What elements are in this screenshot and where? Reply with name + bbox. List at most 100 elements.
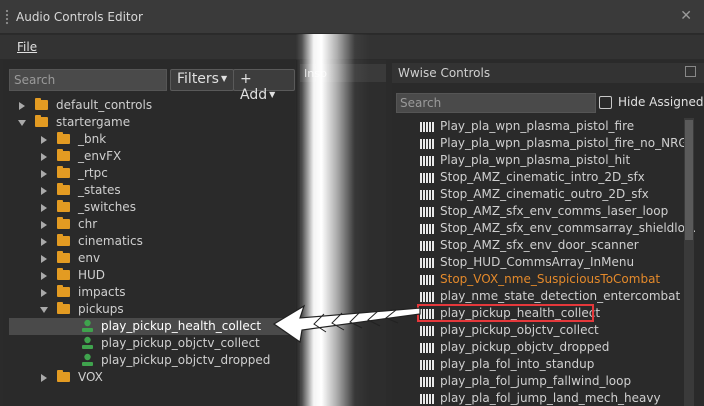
add-button[interactable]: + Add ▼ bbox=[233, 69, 295, 103]
tree-folder-item[interactable]: _rtpc bbox=[9, 165, 284, 182]
chevron-right-icon[interactable] bbox=[39, 270, 49, 280]
wwise-event-label: Stop_AMZ_cinematic_intro_2D_sfx bbox=[440, 170, 645, 184]
tree-folder-item[interactable]: impacts bbox=[9, 284, 284, 301]
wwise-event-label: play_pickup_objctv_collect bbox=[440, 323, 599, 337]
window-title: Audio Controls Editor bbox=[16, 10, 143, 24]
tree-folder-item[interactable]: chr bbox=[9, 216, 284, 233]
wwise-event-label: Play_pla_wpn_plasma_pistol_fire bbox=[440, 119, 635, 133]
folder-icon bbox=[57, 268, 70, 280]
event-icon bbox=[420, 155, 434, 166]
chevron-right-icon[interactable] bbox=[39, 287, 49, 297]
tree-trigger-item[interactable]: play_pickup_health_collect bbox=[9, 318, 289, 335]
tree-item-label: startergame bbox=[56, 115, 131, 129]
folder-icon bbox=[57, 166, 70, 178]
tree-folder-item[interactable]: _bnk bbox=[9, 131, 284, 148]
tree-trigger-item[interactable]: play_pickup_objctv_collect bbox=[9, 335, 284, 352]
event-icon bbox=[420, 121, 434, 132]
hide-assigned-label: Hide Assigned bbox=[618, 95, 704, 109]
wwise-event-label: play_pla_fol_jump_land_mech_heavy bbox=[440, 391, 661, 405]
tree-folder-item[interactable]: _envFX bbox=[9, 148, 284, 165]
tree-item-label: play_pickup_objctv_dropped bbox=[101, 353, 271, 367]
chevron-right-icon[interactable] bbox=[39, 219, 49, 229]
tree-item-label: cinematics bbox=[78, 234, 143, 248]
controls-search-input[interactable]: Search bbox=[9, 69, 167, 91]
chevron-right-icon[interactable] bbox=[39, 202, 49, 212]
tree-item-label: _states bbox=[78, 183, 121, 197]
tree-folder-item[interactable]: _switches bbox=[9, 199, 284, 216]
wwise-panel-title: Wwise Controls bbox=[398, 66, 491, 80]
folder-icon bbox=[57, 183, 70, 195]
chevron-right-icon[interactable] bbox=[39, 372, 49, 382]
event-icon bbox=[420, 206, 434, 217]
wwise-event-label: Play_pla_wpn_plasma_pistol_fire_no_NRG bbox=[440, 136, 688, 150]
tree-folder-item[interactable]: env bbox=[9, 250, 284, 267]
event-icon bbox=[420, 172, 434, 183]
tree-folder-item[interactable]: pickups bbox=[9, 301, 284, 318]
tree-item-label: HUD bbox=[78, 268, 106, 282]
tree-item-label: impacts bbox=[78, 285, 126, 299]
chevron-down-icon[interactable] bbox=[17, 117, 27, 127]
tree-folder-item[interactable]: cinematics bbox=[9, 233, 284, 250]
folder-icon bbox=[57, 302, 70, 314]
menu-file[interactable]: File bbox=[17, 40, 37, 54]
chevron-right-icon[interactable] bbox=[39, 151, 49, 161]
wwise-event-label: Stop_VOX_nme_SuspiciousToCombat bbox=[440, 272, 661, 286]
chevron-right-icon[interactable] bbox=[17, 100, 27, 110]
event-icon bbox=[420, 393, 434, 404]
drag-grip-icon[interactable] bbox=[5, 9, 9, 25]
chevron-down-icon[interactable] bbox=[39, 304, 49, 314]
tree-item-label: VOX bbox=[78, 370, 103, 384]
scroll-thumb[interactable] bbox=[685, 120, 693, 240]
wwise-search-input[interactable]: Search bbox=[396, 93, 596, 113]
chevron-right-icon[interactable] bbox=[39, 168, 49, 178]
chevron-right-icon[interactable] bbox=[39, 236, 49, 246]
tree-folder-item[interactable]: _states bbox=[9, 182, 284, 199]
folder-icon bbox=[57, 149, 70, 161]
wwise-event-label: Stop_AMZ_sfx_env_comms_laser_loop bbox=[440, 204, 669, 218]
tree-folder-item[interactable]: default_controls bbox=[9, 97, 284, 114]
inspector-title: Insp bbox=[304, 67, 327, 80]
folder-icon bbox=[57, 200, 70, 212]
event-icon bbox=[420, 359, 434, 370]
folder-icon bbox=[35, 98, 48, 110]
tree-item-label: _rtpc bbox=[78, 166, 108, 180]
wwise-scrollbar[interactable] bbox=[684, 118, 694, 406]
event-icon bbox=[420, 274, 434, 285]
hide-assigned-checkbox[interactable] bbox=[599, 96, 612, 109]
trigger-icon bbox=[81, 336, 94, 350]
folder-icon bbox=[57, 132, 70, 144]
wwise-event-label: Stop_AMZ_sfx_env_commsarray_shieldlo... bbox=[440, 221, 697, 235]
trigger-icon bbox=[81, 319, 94, 333]
event-icon bbox=[420, 223, 434, 234]
wwise-event-label: play_pla_fol_into_standup bbox=[440, 357, 595, 371]
trigger-icon bbox=[81, 353, 94, 367]
tree-trigger-item[interactable]: play_pickup_objctv_dropped bbox=[9, 352, 284, 369]
close-icon[interactable]: ✕ bbox=[680, 8, 692, 24]
filters-button[interactable]: Filters ▼ bbox=[170, 69, 235, 91]
wwise-event-label: play_pla_fol_jump_fallwind_loop bbox=[440, 374, 632, 388]
tree-folder-item[interactable]: VOX bbox=[9, 369, 284, 386]
folder-icon bbox=[57, 370, 70, 382]
event-icon bbox=[420, 138, 434, 149]
title-bar: Audio Controls Editor ✕ bbox=[0, 0, 704, 34]
inspector-panel: Insp bbox=[300, 60, 386, 406]
inspector-header: Insp bbox=[300, 64, 386, 82]
wwise-event-label: play_nme_state_detection_entercombat bbox=[440, 289, 681, 303]
event-icon bbox=[420, 376, 434, 387]
chevron-right-icon[interactable] bbox=[39, 134, 49, 144]
wwise-event-label: Play_pla_wpn_plasma_pistol_hit bbox=[440, 153, 631, 167]
menu-bar: File bbox=[0, 35, 704, 59]
tree-item-label: _switches bbox=[78, 200, 136, 214]
event-icon bbox=[420, 240, 434, 251]
tree-item-label: default_controls bbox=[56, 98, 153, 112]
tree-item-label: env bbox=[78, 251, 101, 265]
folder-icon bbox=[57, 285, 70, 297]
chevron-right-icon[interactable] bbox=[39, 253, 49, 263]
tree-folder-item[interactable]: HUD bbox=[9, 267, 284, 284]
tree-item-label: _bnk bbox=[78, 132, 107, 146]
wwise-controls-panel: Wwise Controls Search Hide Assigned Play… bbox=[392, 60, 704, 406]
float-panel-icon[interactable] bbox=[685, 66, 696, 77]
chevron-right-icon[interactable] bbox=[39, 185, 49, 195]
tree-folder-item[interactable]: startergame bbox=[9, 114, 284, 131]
tree-item-label: _envFX bbox=[78, 149, 122, 163]
